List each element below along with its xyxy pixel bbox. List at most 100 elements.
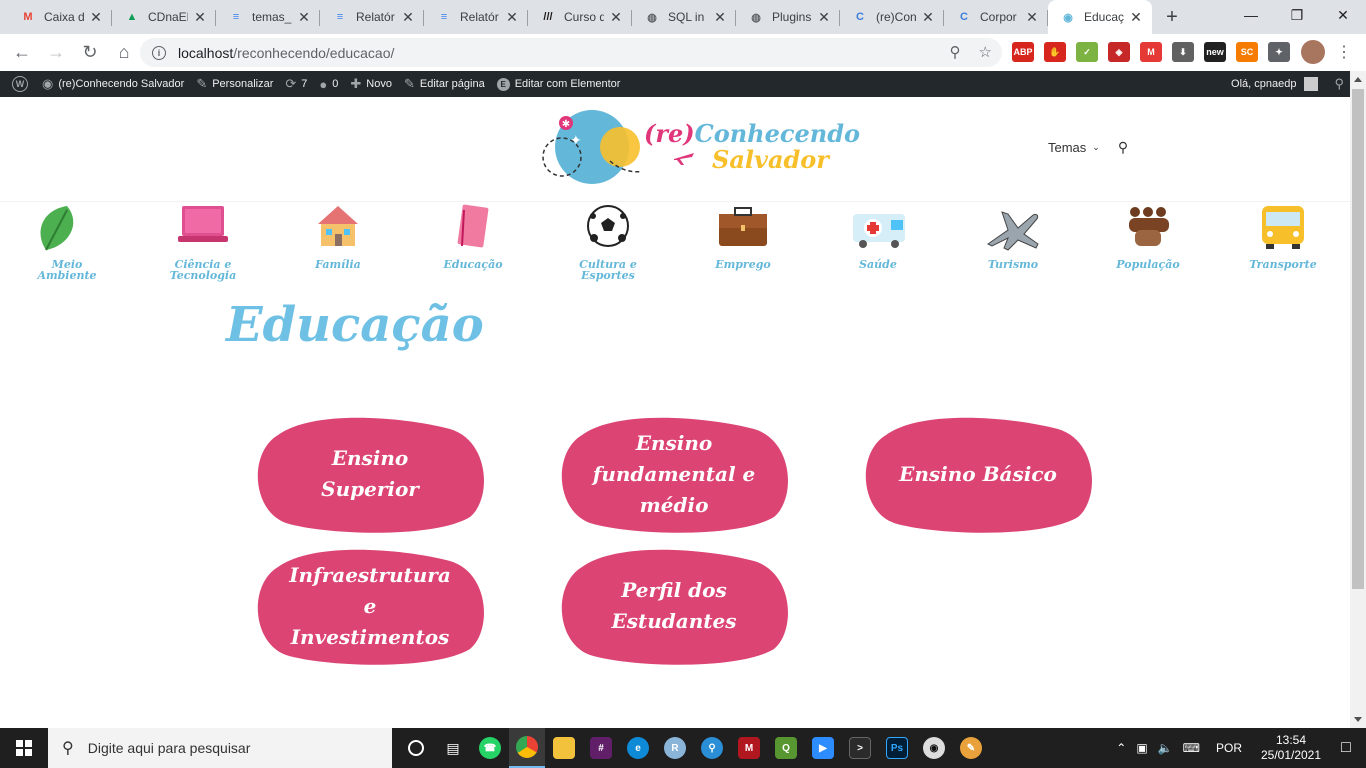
extension-icon[interactable]: ✓ bbox=[1076, 42, 1098, 62]
tab-close-icon[interactable]: ✕ bbox=[400, 9, 416, 26]
category-link[interactable]: Transporte bbox=[1228, 202, 1338, 292]
github-icon[interactable]: ◉ bbox=[916, 728, 952, 768]
extension-icon[interactable]: ◈ bbox=[1108, 42, 1130, 62]
category-link[interactable]: Cultura e Esportes bbox=[553, 202, 663, 292]
magnifier-app-icon[interactable]: ⚲ bbox=[694, 728, 730, 768]
user-avatar[interactable] bbox=[1304, 77, 1319, 91]
forward-arrow-icon[interactable]: → bbox=[40, 37, 72, 69]
education-topic-button[interactable]: Ensino fundamental e médio bbox=[558, 415, 790, 533]
browser-tab[interactable]: C Corpor ✕ bbox=[944, 0, 1048, 34]
admin-elementor-link[interactable]: E Editar com Elementor bbox=[496, 77, 620, 91]
browser-tab[interactable]: C (re)Con ✕ bbox=[840, 0, 944, 34]
restore-icon[interactable]: ❐ bbox=[1274, 0, 1320, 30]
input-language[interactable]: POR bbox=[1216, 741, 1242, 755]
tab-close-icon[interactable]: ✕ bbox=[192, 9, 208, 26]
task-view-icon[interactable]: ▤ bbox=[435, 728, 471, 768]
minimize-icon[interactable]: — bbox=[1228, 0, 1274, 30]
tab-close-icon[interactable]: ✕ bbox=[608, 9, 624, 26]
whatsapp-icon[interactable]: ☎ bbox=[472, 728, 508, 768]
browser-tab[interactable]: M Caixa d ✕ bbox=[8, 0, 112, 34]
extension-icon[interactable]: ✋ bbox=[1044, 42, 1066, 62]
tab-close-icon[interactable]: ✕ bbox=[88, 9, 104, 26]
tab-close-icon[interactable]: ✕ bbox=[816, 9, 832, 26]
back-arrow-icon[interactable]: ← bbox=[6, 37, 38, 69]
admin-greeting[interactable]: Olá, cpnaedp bbox=[1231, 78, 1296, 90]
mendeley-icon[interactable]: M bbox=[731, 728, 767, 768]
site-info-icon[interactable]: i bbox=[152, 45, 166, 60]
tab-close-icon[interactable]: ✕ bbox=[296, 9, 312, 26]
admin-search-icon[interactable]: ⚲ bbox=[1334, 76, 1344, 92]
scroll-down-arrow-icon[interactable] bbox=[1354, 717, 1362, 722]
extension-icon[interactable]: ABP bbox=[1012, 42, 1034, 62]
meet-now-icon[interactable]: ▣ bbox=[1136, 741, 1147, 755]
zoom-icon[interactable]: ▶ bbox=[805, 728, 841, 768]
temas-menu[interactable]: Temas ⌄ ⚲ bbox=[1048, 139, 1128, 156]
cortana-icon[interactable] bbox=[398, 728, 434, 768]
profile-avatar[interactable] bbox=[1301, 40, 1325, 64]
tab-close-icon[interactable]: ✕ bbox=[1024, 9, 1040, 26]
tab-close-icon[interactable]: ✕ bbox=[1128, 9, 1144, 26]
browser-tab[interactable]: ≡ Relatór ✕ bbox=[424, 0, 528, 34]
admin-new-link[interactable]: ✚ Novo bbox=[350, 76, 392, 92]
browser-tab[interactable]: /// Curso d ✕ bbox=[528, 0, 632, 34]
page-scrollbar[interactable] bbox=[1350, 71, 1366, 728]
new-tab-button[interactable]: + bbox=[1158, 0, 1186, 34]
zoom-search-icon[interactable]: ⚲ bbox=[950, 43, 961, 61]
category-link[interactable]: Saúde bbox=[823, 202, 933, 292]
photoshop-icon[interactable]: Ps bbox=[879, 728, 915, 768]
qgis-icon[interactable]: Q bbox=[768, 728, 804, 768]
edge-icon[interactable]: e bbox=[620, 728, 656, 768]
chrome-menu-icon[interactable]: ⋮ bbox=[1336, 42, 1352, 62]
site-logo[interactable]: ✱ ✦ (re)Conhecendo Salvador bbox=[540, 109, 860, 189]
admin-customize-link[interactable]: ✎ Personalizar bbox=[196, 76, 273, 92]
taskbar-search-box[interactable]: ⚲ Digite aqui para pesquisar bbox=[48, 728, 392, 768]
slack-icon[interactable]: # bbox=[583, 728, 619, 768]
r-app-icon[interactable]: R bbox=[657, 728, 693, 768]
browser-tab[interactable]: ▲ CDnaEF ✕ bbox=[112, 0, 216, 34]
home-icon[interactable]: ⌂ bbox=[108, 37, 140, 69]
browser-tab[interactable]: ≡ temas_ ✕ bbox=[216, 0, 320, 34]
category-link[interactable]: População bbox=[1093, 202, 1203, 292]
chrome-taskbar-icon[interactable] bbox=[509, 728, 545, 768]
volume-icon[interactable]: 🔈 bbox=[1158, 741, 1173, 755]
education-topic-button[interactable]: Ensino Superior bbox=[254, 415, 486, 533]
category-link[interactable]: Meio Ambiente bbox=[12, 202, 122, 292]
browser-tab[interactable]: ≡ Relatór ✕ bbox=[320, 0, 424, 34]
scrollbar-thumb[interactable] bbox=[1352, 89, 1364, 589]
close-icon[interactable]: ✕ bbox=[1320, 0, 1366, 30]
wp-logo-item[interactable]: W bbox=[12, 76, 28, 92]
browser-tab[interactable]: ◉ Educaç ✕ bbox=[1048, 0, 1152, 34]
file-explorer-icon[interactable] bbox=[546, 728, 582, 768]
extension-icon[interactable]: ✦ bbox=[1268, 42, 1290, 62]
windows-start-button[interactable] bbox=[0, 728, 48, 768]
tab-close-icon[interactable]: ✕ bbox=[920, 9, 936, 26]
category-link[interactable]: Família bbox=[283, 202, 393, 292]
category-link[interactable]: Ciência e Tecnologia bbox=[148, 202, 258, 292]
extension-icon[interactable]: SC bbox=[1236, 42, 1258, 62]
admin-comments-link[interactable]: ● 0 bbox=[319, 77, 338, 92]
scroll-up-arrow-icon[interactable] bbox=[1354, 77, 1362, 82]
reload-icon[interactable]: ↻ bbox=[74, 37, 106, 69]
paint-icon[interactable]: ✎ bbox=[953, 728, 989, 768]
extension-icon[interactable]: new bbox=[1204, 42, 1226, 62]
tab-close-icon[interactable]: ✕ bbox=[712, 9, 728, 26]
extension-icon[interactable]: M bbox=[1140, 42, 1162, 62]
chevron-up-icon[interactable]: ⌃ bbox=[1116, 741, 1126, 755]
education-topic-button[interactable]: Perfil dos Estudantes bbox=[558, 547, 790, 665]
extension-icon[interactable]: ⬇ bbox=[1172, 42, 1194, 62]
category-link[interactable]: Turismo bbox=[958, 202, 1068, 292]
terminal-app-icon[interactable]: > bbox=[842, 728, 878, 768]
education-topic-button[interactable]: Infraestrutura e Investimentos bbox=[254, 547, 486, 665]
bookmark-star-icon[interactable]: ☆ bbox=[979, 43, 992, 61]
admin-site-link[interactable]: ◉ (re)Conhecendo Salvador bbox=[42, 76, 184, 92]
clock[interactable]: 13:54 25/01/2021 bbox=[1256, 733, 1326, 763]
browser-tab[interactable]: ◍ Plugins ✕ bbox=[736, 0, 840, 34]
admin-edit-page-link[interactable]: ✎ Editar página bbox=[404, 76, 485, 92]
tab-close-icon[interactable]: ✕ bbox=[504, 9, 520, 26]
address-bar[interactable]: i localhost/reconhecendo/educacao/ ⚲ ☆ bbox=[140, 38, 1002, 67]
category-link[interactable]: Emprego bbox=[688, 202, 798, 292]
header-search-icon[interactable]: ⚲ bbox=[1118, 139, 1128, 156]
notification-icon[interactable]: □ bbox=[1326, 739, 1366, 757]
education-topic-button[interactable]: Ensino Básico bbox=[862, 415, 1094, 533]
category-link[interactable]: Educação bbox=[418, 202, 528, 292]
